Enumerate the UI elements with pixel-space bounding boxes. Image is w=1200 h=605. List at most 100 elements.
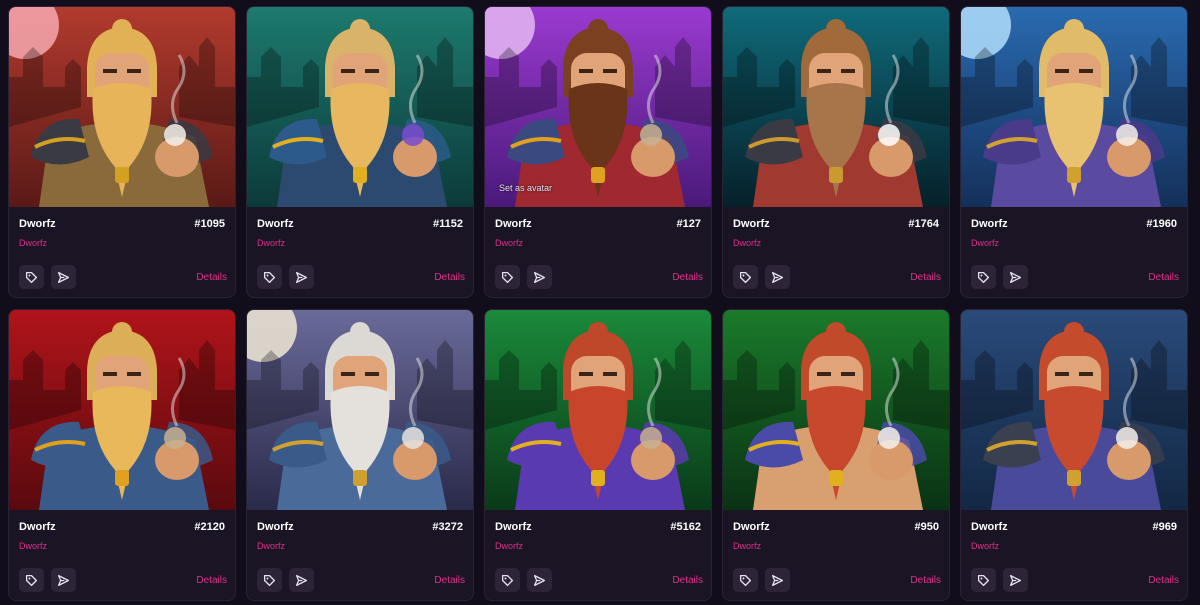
- tag-icon: [501, 574, 514, 586]
- details-link[interactable]: Details: [910, 575, 941, 586]
- nft-token-id: #5162: [670, 521, 701, 533]
- nft-artwork[interactable]: [723, 310, 949, 510]
- tag-icon: [977, 271, 990, 283]
- details-link[interactable]: Details: [672, 272, 703, 283]
- nft-card[interactable]: Dworfz #2120 Dworfz Details: [8, 309, 236, 601]
- nft-artwork[interactable]: [723, 7, 949, 207]
- nft-name: Dworfz: [257, 521, 294, 533]
- dwarf-portrait: [723, 7, 949, 207]
- details-link[interactable]: Details: [196, 272, 227, 283]
- nft-token-id: #3272: [432, 521, 463, 533]
- collection-link[interactable]: Dworfz: [495, 238, 701, 248]
- nft-card[interactable]: Dworfz #950 Dworfz Details: [722, 309, 950, 601]
- collection-link[interactable]: Dworfz: [19, 541, 225, 551]
- list-for-sale-button[interactable]: [19, 568, 44, 592]
- send-icon: [533, 271, 546, 283]
- nft-card[interactable]: Dworfz #5162 Dworfz Details: [484, 309, 712, 601]
- transfer-button[interactable]: [527, 568, 552, 592]
- details-link[interactable]: Details: [434, 272, 465, 283]
- list-for-sale-button[interactable]: [733, 265, 758, 289]
- nft-token-id: #1764: [908, 218, 939, 230]
- list-for-sale-button[interactable]: [733, 568, 758, 592]
- tag-icon: [739, 574, 752, 586]
- list-for-sale-button[interactable]: [257, 568, 282, 592]
- nft-name: Dworfz: [19, 521, 56, 533]
- collection-link[interactable]: Dworfz: [971, 541, 1177, 551]
- transfer-button[interactable]: [527, 265, 552, 289]
- nft-card[interactable]: Dworfz #1095 Dworfz Details: [8, 6, 236, 298]
- nft-name: Dworfz: [733, 218, 770, 230]
- transfer-button[interactable]: [51, 265, 76, 289]
- nft-name: Dworfz: [257, 218, 294, 230]
- nft-artwork[interactable]: [961, 7, 1187, 207]
- details-link[interactable]: Details: [910, 272, 941, 283]
- nft-name: Dworfz: [19, 218, 56, 230]
- transfer-button[interactable]: [765, 568, 790, 592]
- nft-artwork[interactable]: [247, 310, 473, 510]
- details-link[interactable]: Details: [434, 575, 465, 586]
- transfer-button[interactable]: [1003, 265, 1028, 289]
- dwarf-portrait: [723, 310, 949, 510]
- tag-icon: [739, 271, 752, 283]
- send-icon: [295, 574, 308, 586]
- nft-token-id: #1152: [433, 218, 463, 230]
- send-icon: [1009, 574, 1022, 586]
- set-as-avatar-hint[interactable]: Set as avatar: [499, 183, 552, 193]
- collection-link[interactable]: Dworfz: [733, 541, 939, 551]
- nft-card[interactable]: Set as avatar Dworfz #127 Dworfz Details: [484, 6, 712, 298]
- send-icon: [771, 574, 784, 586]
- nft-card[interactable]: Dworfz #1960 Dworfz Details: [960, 6, 1188, 298]
- collection-link[interactable]: Dworfz: [495, 541, 701, 551]
- collection-link[interactable]: Dworfz: [733, 238, 939, 248]
- collection-link[interactable]: Dworfz: [971, 238, 1177, 248]
- details-link[interactable]: Details: [672, 575, 703, 586]
- nft-card[interactable]: Dworfz #969 Dworfz Details: [960, 309, 1188, 601]
- dwarf-portrait: [9, 310, 235, 510]
- nft-token-id: #1960: [1146, 218, 1177, 230]
- nft-token-id: #950: [914, 521, 939, 533]
- nft-card[interactable]: Dworfz #1764 Dworfz Details: [722, 6, 950, 298]
- list-for-sale-button[interactable]: [19, 265, 44, 289]
- list-for-sale-button[interactable]: [257, 265, 282, 289]
- list-for-sale-button[interactable]: [971, 265, 996, 289]
- nft-artwork[interactable]: [485, 310, 711, 510]
- dwarf-portrait: [485, 7, 711, 207]
- send-icon: [57, 271, 70, 283]
- list-for-sale-button[interactable]: [971, 568, 996, 592]
- tag-icon: [263, 271, 276, 283]
- transfer-button[interactable]: [289, 568, 314, 592]
- collection-link[interactable]: Dworfz: [257, 238, 463, 248]
- send-icon: [533, 574, 546, 586]
- collection-link[interactable]: Dworfz: [19, 238, 225, 248]
- nft-token-id: #1095: [194, 218, 225, 230]
- nft-name: Dworfz: [971, 218, 1008, 230]
- tag-icon: [25, 574, 38, 586]
- tag-icon: [501, 271, 514, 283]
- dwarf-portrait: [961, 7, 1187, 207]
- nft-name: Dworfz: [733, 521, 770, 533]
- tag-icon: [263, 574, 276, 586]
- nft-artwork[interactable]: [961, 310, 1187, 510]
- nft-artwork[interactable]: [9, 310, 235, 510]
- nft-name: Dworfz: [495, 218, 532, 230]
- nft-card[interactable]: Dworfz #3272 Dworfz Details: [246, 309, 474, 601]
- transfer-button[interactable]: [765, 265, 790, 289]
- nft-card[interactable]: Dworfz #1152 Dworfz Details: [246, 6, 474, 298]
- list-for-sale-button[interactable]: [495, 265, 520, 289]
- nft-artwork[interactable]: Set as avatar: [485, 7, 711, 207]
- collection-link[interactable]: Dworfz: [257, 541, 463, 551]
- dwarf-portrait: [247, 310, 473, 510]
- nft-token-id: #127: [676, 218, 701, 230]
- nft-artwork[interactable]: [247, 7, 473, 207]
- nft-artwork[interactable]: [9, 7, 235, 207]
- transfer-button[interactable]: [1003, 568, 1028, 592]
- details-link[interactable]: Details: [196, 575, 227, 586]
- transfer-button[interactable]: [289, 265, 314, 289]
- list-for-sale-button[interactable]: [495, 568, 520, 592]
- transfer-button[interactable]: [51, 568, 76, 592]
- nft-grid: Dworfz #1095 Dworfz Details Dworfz #1152…: [8, 6, 1188, 601]
- nft-name: Dworfz: [971, 521, 1008, 533]
- details-link[interactable]: Details: [1148, 272, 1179, 283]
- details-link[interactable]: Details: [1148, 575, 1179, 586]
- dwarf-portrait: [9, 7, 235, 207]
